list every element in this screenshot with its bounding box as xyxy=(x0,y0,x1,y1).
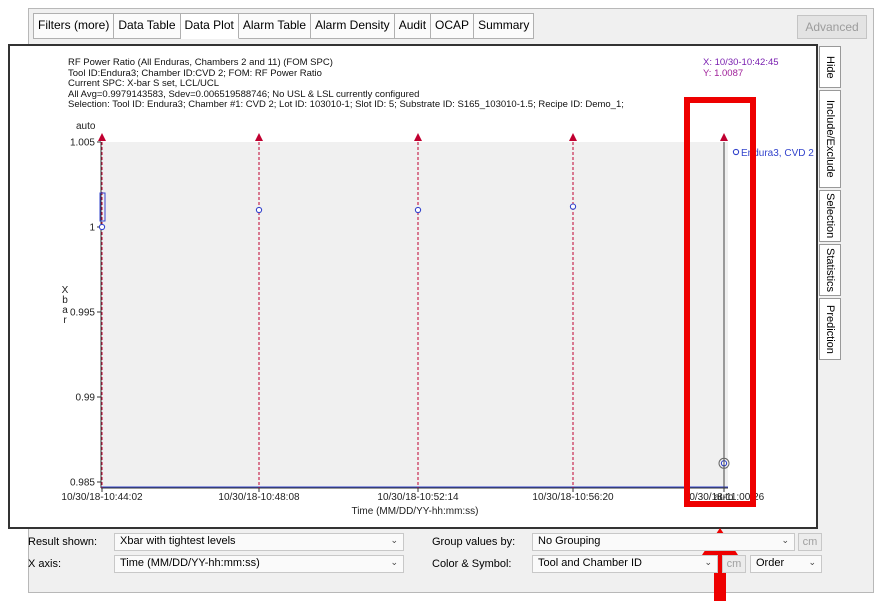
chevron-down-icon: ⌄ xyxy=(390,535,398,545)
xbar-plot: auto auto Time (MM/DD/YY-hh:mm:ss) Xbar … xyxy=(61,97,814,601)
side-tab-statistics[interactable]: Statistics xyxy=(819,244,841,296)
side-tab-include-exclude[interactable]: Include/Exclude xyxy=(819,90,841,188)
side-tab-hide[interactable]: Hide xyxy=(819,46,841,88)
y-tick-label: 0.985 xyxy=(70,478,95,489)
group-label: Group values by: xyxy=(432,536,516,548)
plot-area[interactable] xyxy=(101,142,728,488)
y-axis-title: Xbar xyxy=(62,285,69,326)
chevron-down-icon: ⌄ xyxy=(781,535,789,545)
group-select[interactable]: No Grouping ⌄ xyxy=(532,533,795,551)
y-axis-title-char: r xyxy=(63,315,67,326)
legend-marker xyxy=(732,148,740,156)
x-axis-title: Time (MM/DD/YY-hh:mm:ss) xyxy=(351,506,478,517)
y-ticks: 1.005 1 0.995 0.99 0.985 xyxy=(70,138,101,489)
event-marker[interactable] xyxy=(720,133,728,141)
result-select[interactable]: Xbar with tightest levels ⌄ xyxy=(114,533,404,551)
side-tab-bar: Hide Include/Exclude Selection Statistic… xyxy=(819,46,841,362)
y-tick-label: 0.995 xyxy=(70,308,95,319)
event-marker[interactable] xyxy=(255,133,263,141)
x-ticks: 10/30/18-10:44:02 10/30/18-10:48:08 10/30/… xyxy=(61,488,765,503)
data-point[interactable] xyxy=(569,203,577,210)
event-marker[interactable] xyxy=(98,133,106,141)
y-tick-label: 1.005 xyxy=(70,138,95,149)
result-label: Result shown: xyxy=(28,536,98,548)
data-point[interactable] xyxy=(255,206,263,214)
chevron-down-icon: ⌄ xyxy=(808,557,816,567)
order-select[interactable]: Order ⌄ xyxy=(750,555,822,573)
control-bar: Result shown: Xbar with tightest levels ⌄… xyxy=(8,533,838,581)
data-point[interactable] xyxy=(414,206,422,214)
y-tick-label: 1 xyxy=(89,223,95,234)
xaxis-label: X axis: xyxy=(28,558,62,570)
color-label: Color & Symbol: xyxy=(432,558,512,570)
x-tick-label: 10/30/18-10:56:20 xyxy=(532,492,614,503)
group-cm-button[interactable]: cm xyxy=(798,533,822,551)
chevron-down-icon: ⌄ xyxy=(390,557,398,567)
x-tick-label: 10/30/18-10:48:08 xyxy=(218,492,300,503)
side-tab-prediction[interactable]: Prediction xyxy=(819,298,841,360)
color-select[interactable]: Tool and Chamber ID ⌄ xyxy=(532,555,718,573)
x-tick-label: 10/30/18-10:44:02 xyxy=(61,492,143,503)
y-tick-label: 0.99 xyxy=(76,393,96,404)
x-tick-label: 10/30/18-10:52:14 xyxy=(377,492,459,503)
event-marker[interactable] xyxy=(569,133,577,141)
side-tab-selection[interactable]: Selection xyxy=(819,190,841,242)
event-marker[interactable] xyxy=(414,133,422,141)
data-point[interactable] xyxy=(98,223,106,231)
chevron-down-icon: ⌄ xyxy=(704,557,712,567)
color-cm-button[interactable]: cm xyxy=(722,555,746,573)
y-auto-label: auto xyxy=(76,121,96,132)
xaxis-select[interactable]: Time (MM/DD/YY-hh:mm:ss) ⌄ xyxy=(114,555,404,573)
